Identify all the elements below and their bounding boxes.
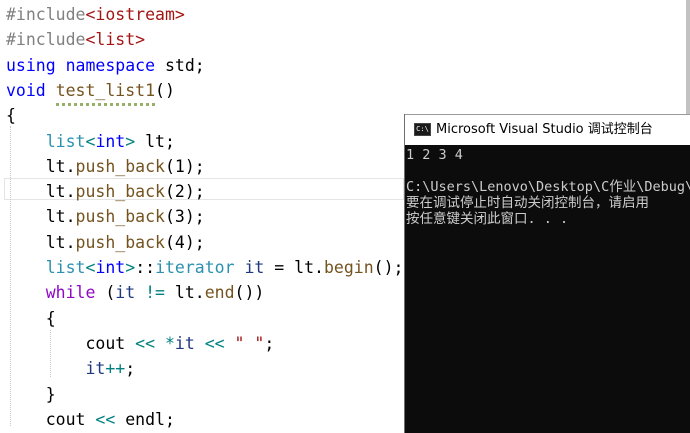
code-token: list <box>45 131 86 151</box>
code-token: end <box>204 283 235 303</box>
code-token: cout <box>6 409 96 429</box>
warning-squiggle <box>56 103 155 106</box>
code-token: #include <box>6 5 86 24</box>
code-token: lt. <box>164 283 205 303</box>
code-line[interactable]: lt.push_back(3); <box>6 204 205 229</box>
code-line[interactable]: list<int>::iterator it = lt.begin(); <box>6 255 404 280</box>
code-line[interactable]: { <box>6 306 56 331</box>
code-token: ; <box>264 333 275 353</box>
code-token: > <box>125 131 136 151</box>
console-app-icon: C:\ <box>414 123 431 136</box>
code-token: test_list1 <box>55 80 156 100</box>
code-token: namespace <box>65 55 156 75</box>
code-token: :: <box>135 258 156 277</box>
code-token: << <box>95 409 116 429</box>
code-token: ; <box>125 359 136 379</box>
code-token: (3); <box>164 207 205 227</box>
console-output-line: 要在调试停止时自动关闭控制台，请启用 <box>406 195 649 211</box>
code-token: <list> <box>85 30 146 50</box>
code-line[interactable]: lt.push_back(2); <box>6 179 205 204</box>
code-token: push_back <box>75 156 165 176</box>
code-token: * <box>164 333 175 353</box>
code-line[interactable]: lt.push_back(4); <box>6 230 205 255</box>
code-token: (1); <box>164 156 205 176</box>
code-line[interactable]: using namespace std; <box>6 53 205 78</box>
code-token: () <box>155 80 175 100</box>
code-token: (4); <box>164 232 205 252</box>
code-token: != <box>145 283 165 303</box>
code-line[interactable]: { <box>6 103 16 128</box>
code-token: < <box>85 258 96 277</box>
code-token: push_back <box>75 232 165 252</box>
code-token: ( <box>95 283 116 303</box>
code-token: lt. <box>6 207 76 227</box>
code-token: it <box>85 359 106 379</box>
console-output-line: C:\Users\Lenovo\Desktop\C作业\Debug\ <box>406 179 690 195</box>
code-token: } <box>6 384 56 404</box>
code-token: push_back <box>75 182 165 202</box>
code-line[interactable]: lt.push_back(1); <box>6 154 205 179</box>
code-line[interactable]: list<int> lt; <box>6 129 175 154</box>
console-title: Microsoft Visual Studio 调试控制台 <box>436 122 653 137</box>
code-line[interactable]: void test_list1() <box>6 78 175 103</box>
code-token: <iostream> <box>85 5 185 24</box>
code-token: lt. <box>6 232 76 252</box>
code-token: void <box>6 80 46 100</box>
code-token: lt; <box>135 131 175 151</box>
code-token: endl; <box>115 409 175 429</box>
code-line[interactable]: #include<list> <box>6 27 145 52</box>
code-token: begin <box>323 258 374 277</box>
code-token: list <box>45 258 86 277</box>
code-token: << <box>135 333 156 353</box>
code-token: ()) <box>234 283 265 303</box>
code-token: << <box>204 333 225 353</box>
code-line[interactable]: #include<iostream> <box>6 2 185 27</box>
console-output-line: 按任意键关闭此窗口. . . <box>406 211 569 227</box>
code-token: iterator <box>155 258 235 277</box>
code-token: it <box>244 258 265 277</box>
code-token: cout <box>6 333 136 353</box>
code-token: > <box>125 258 136 277</box>
code-token: " " <box>234 333 265 353</box>
code-token: { <box>6 106 16 126</box>
code-token: it <box>174 333 195 353</box>
code-token: int <box>95 258 126 277</box>
scrollbar-thumb[interactable] <box>686 0 690 115</box>
code-token: push_back <box>75 207 165 227</box>
code-line[interactable]: } <box>6 382 56 407</box>
code-token: lt. <box>6 182 76 202</box>
debug-console-window[interactable]: C:\ Microsoft Visual Studio 调试控制台 1 2 3 … <box>404 114 690 433</box>
code-line[interactable]: cout << *it << " "; <box>6 331 274 356</box>
code-token: it <box>115 283 136 303</box>
code-token: (); <box>373 258 404 277</box>
code-line[interactable]: while (it != lt.end()) <box>6 280 265 305</box>
console-output[interactable]: 1 2 3 4 C:\Users\Lenovo\Desktop\C作业\Debug… <box>405 145 690 433</box>
code-token: #include <box>6 30 86 50</box>
code-token: { <box>6 308 56 328</box>
code-token: (2); <box>164 182 205 202</box>
code-line[interactable]: it++; <box>6 356 135 381</box>
code-token: ++ <box>105 359 126 379</box>
code-token: using <box>6 55 56 75</box>
code-token: int <box>95 131 126 151</box>
code-token: while <box>45 283 96 303</box>
console-titlebar[interactable]: C:\ Microsoft Visual Studio 调试控制台 <box>405 114 690 145</box>
code-token: < <box>85 131 96 151</box>
code-token: std; <box>155 55 205 75</box>
code-line[interactable]: cout << endl; <box>6 407 175 432</box>
code-token: = lt. <box>264 258 324 277</box>
console-output-line: 1 2 3 4 <box>406 147 463 163</box>
code-token: lt. <box>6 156 76 176</box>
